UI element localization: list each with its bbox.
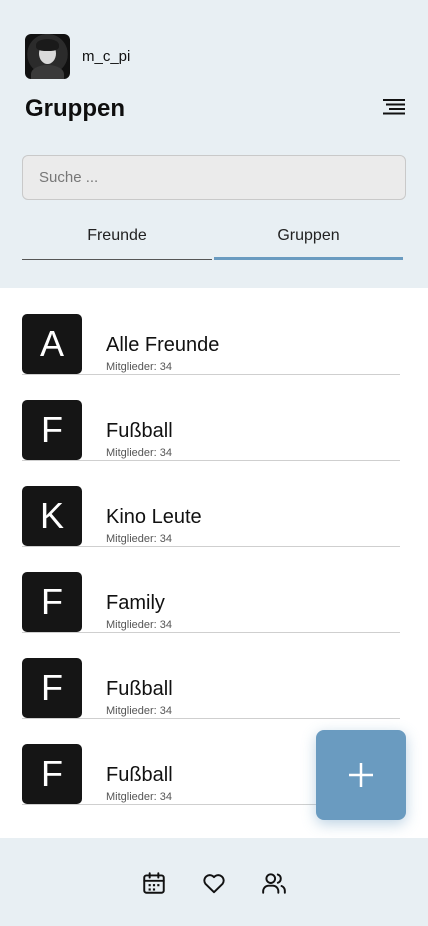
avatar-hair: [36, 39, 59, 51]
group-members: Mitglieder: 34: [106, 447, 173, 459]
group-members: Mitglieder: 34: [106, 619, 173, 631]
users-icon[interactable]: [261, 870, 287, 896]
group-name: Family: [106, 592, 165, 614]
header: m_c_pi Gruppen Freunde Gruppen: [0, 0, 428, 288]
group-name: Fußball: [106, 678, 173, 700]
bottom-nav: [0, 838, 428, 926]
group-members: Mitglieder: 34: [106, 791, 173, 803]
group-members: Mitglieder: 34: [106, 705, 173, 717]
group-name: Kino Leute: [106, 506, 202, 528]
page-title: Gruppen: [25, 95, 125, 122]
group-letter-tile: F: [22, 744, 82, 804]
tab-friends[interactable]: Freunde: [22, 224, 212, 260]
avatar-shoulders: [31, 65, 64, 79]
list-item[interactable]: A Alle Freunde Mitglieder: 34: [22, 288, 400, 375]
group-members: Mitglieder: 34: [106, 533, 173, 545]
username: m_c_pi: [82, 48, 131, 65]
list-item[interactable]: F Family Mitglieder: 34: [22, 546, 400, 633]
group-letter-tile: F: [22, 658, 82, 718]
calendar-icon[interactable]: [141, 870, 167, 896]
group-letter-tile: F: [22, 400, 82, 460]
group-letter-tile: F: [22, 572, 82, 632]
plus-icon: [349, 763, 373, 787]
group-name: Fußball: [106, 420, 173, 442]
tab-groups[interactable]: Gruppen: [214, 224, 403, 260]
list-item[interactable]: F Fußball Mitglieder: 34: [22, 374, 400, 461]
heart-icon[interactable]: [201, 870, 227, 896]
add-group-button[interactable]: [316, 730, 406, 820]
menu-icon[interactable]: [383, 99, 405, 115]
list-item[interactable]: F Fußball Mitglieder: 34: [22, 632, 400, 719]
group-name: Fußball: [106, 764, 173, 786]
list-item[interactable]: K Kino Leute Mitglieder: 34: [22, 460, 400, 547]
group-letter-tile: K: [22, 486, 82, 546]
avatar[interactable]: [25, 34, 70, 79]
group-members: Mitglieder: 34: [106, 361, 173, 373]
group-name: Alle Freunde: [106, 334, 220, 356]
group-letter-tile: A: [22, 314, 82, 374]
search-input[interactable]: [22, 155, 406, 200]
